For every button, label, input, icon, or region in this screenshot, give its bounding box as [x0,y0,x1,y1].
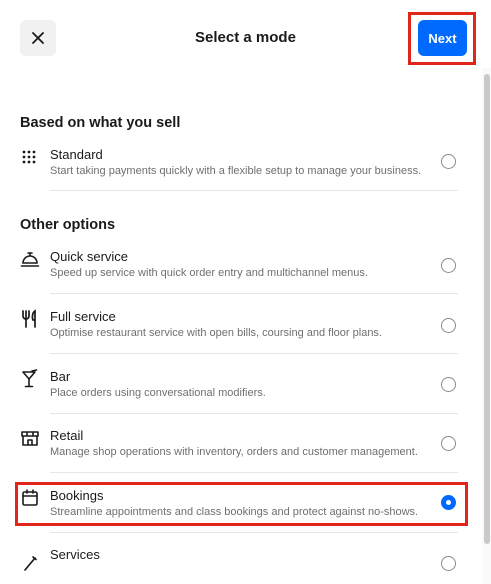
grid-dots-icon [20,147,40,167]
divider [50,190,458,191]
option-description: Place orders using conversational modifi… [50,387,266,399]
calendar-icon [20,488,40,508]
option-description: Speed up service with quick order entry … [50,267,368,279]
option-description: Optimise restaurant service with open bi… [50,327,382,339]
divider [50,413,458,414]
divider [50,532,458,533]
option-standard[interactable]: Standard Start taking payments quickly w… [20,147,476,206]
divider [50,353,458,354]
option-title: Quick service [50,249,129,264]
radio-bar[interactable] [441,377,456,392]
radio-services[interactable] [441,556,456,571]
radio-retail[interactable] [441,436,456,451]
next-button[interactable]: Next [418,20,467,56]
radio-bookings-selected[interactable] [441,495,456,510]
option-bookings[interactable]: Bookings Streamline appointments and cla… [20,488,476,547]
service-bell-icon [20,249,40,269]
option-full-service[interactable]: Full service Optimise restaurant service… [20,309,476,368]
scrollbar-thumb[interactable] [484,74,490,544]
divider [50,293,458,294]
option-title: Full service [50,309,116,324]
option-title: Bar [50,369,71,384]
radio-quick-service[interactable] [441,258,456,273]
option-retail[interactable]: Retail Manage shop operations with inven… [20,428,476,487]
section-heading-other-options: Other options [20,217,116,233]
option-services[interactable]: Services [20,547,476,584]
option-description: Start taking payments quickly with a fle… [50,165,422,177]
radio-standard[interactable] [441,154,456,169]
option-description: Streamline appointments and class bookin… [50,506,419,518]
cocktail-glass-icon [20,369,40,389]
fork-knife-icon [20,309,40,329]
option-quick-service[interactable]: Quick service Speed up service with quic… [20,249,476,308]
option-title: Retail [50,428,84,443]
radio-full-service[interactable] [441,318,456,333]
header: Select a mode Next [0,0,491,80]
option-title: Standard [50,147,103,162]
option-description: Manage shop operations with inventory, o… [50,446,418,458]
section-heading-based-on-what-you-sell: Based on what you sell [20,115,181,131]
divider [50,472,458,473]
option-title: Bookings [50,488,104,503]
pencil-icon [20,553,40,573]
option-bar[interactable]: Bar Place orders using conversational mo… [20,369,476,428]
option-title: Services [50,547,100,562]
storefront-icon [20,428,40,448]
